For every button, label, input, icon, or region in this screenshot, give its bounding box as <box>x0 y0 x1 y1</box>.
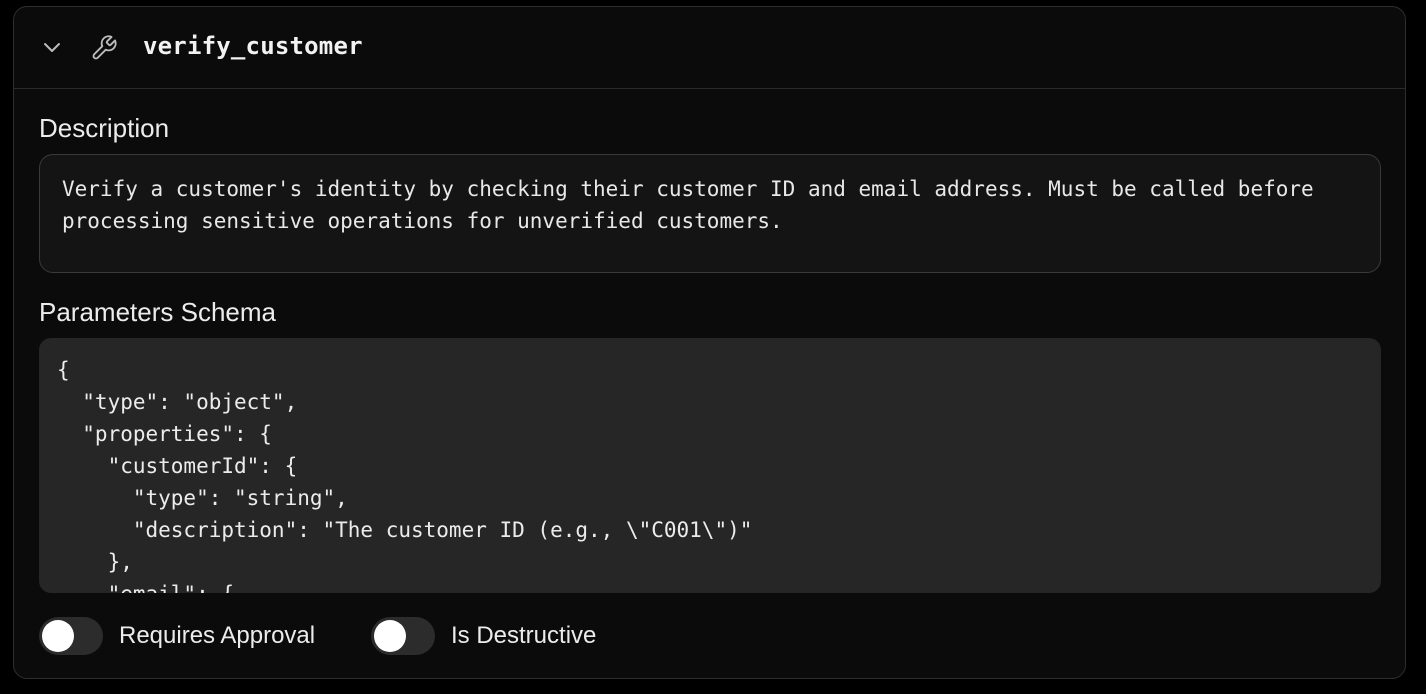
resize-handle-icon[interactable] <box>1365 257 1377 272</box>
schema-label: Parameters Schema <box>39 297 276 327</box>
wrench-icon <box>90 34 118 62</box>
description-textarea[interactable]: Verify a customer's identity by checking… <box>39 154 1381 273</box>
schema-editor[interactable]: { "type": "object", "properties": { "cus… <box>39 338 1381 593</box>
schema-code[interactable]: { "type": "object", "properties": { "cus… <box>57 354 1363 593</box>
requires-approval-switch[interactable] <box>39 617 103 655</box>
is-destructive-switch[interactable] <box>371 617 435 655</box>
requires-approval-toggle-row: Requires Approval <box>39 617 315 655</box>
description-text: Verify a customer's identity by checking… <box>62 177 1314 233</box>
requires-approval-label: Requires Approval <box>119 622 316 649</box>
switch-knob <box>374 620 406 652</box>
is-destructive-toggle-row: Is Destructive <box>371 617 596 655</box>
tool-name: verify_customer <box>143 32 363 60</box>
tool-card: verify_customer Description Verify a cus… <box>13 6 1406 679</box>
description-label: Description <box>39 113 170 143</box>
tool-header[interactable]: verify_customer <box>14 7 1405 89</box>
chevron-down-icon[interactable] <box>40 37 64 59</box>
switch-knob <box>42 620 74 652</box>
is-destructive-label: Is Destructive <box>451 622 597 649</box>
